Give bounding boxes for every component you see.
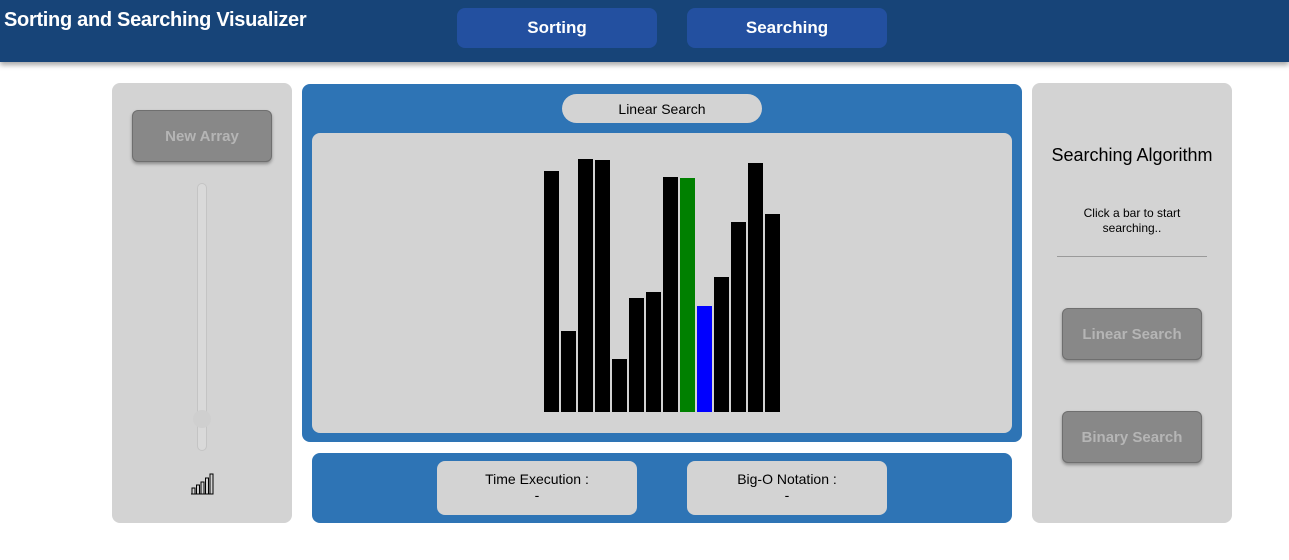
sorting-tab-button[interactable]: Sorting: [457, 8, 657, 48]
array-bar[interactable]: [680, 178, 695, 412]
current-algorithm-label: Linear Search: [562, 94, 762, 123]
array-bar[interactable]: [561, 331, 576, 412]
stats-panel: Time Execution : - Big-O Notation : -: [312, 453, 1012, 523]
big-o-box: Big-O Notation : -: [687, 461, 887, 515]
search-hint-text: Click a bar to start searching..: [1083, 206, 1181, 235]
array-bar[interactable]: [646, 292, 661, 412]
time-execution-label: Time Execution :: [485, 471, 589, 487]
array-bar[interactable]: [731, 222, 746, 412]
array-bar[interactable]: [765, 214, 780, 412]
array-bar[interactable]: [663, 177, 678, 412]
array-bar[interactable]: [697, 306, 712, 412]
big-o-label: Big-O Notation :: [737, 471, 837, 487]
array-bar[interactable]: [748, 163, 763, 412]
array-bar[interactable]: [714, 277, 729, 412]
app-title: Sorting and Searching Visualizer: [4, 9, 307, 31]
big-o-value: -: [784, 487, 790, 503]
signal-bars-icon: [191, 473, 214, 495]
controls-panel: New Array: [112, 83, 292, 523]
linear-search-button[interactable]: Linear Search: [1062, 308, 1202, 360]
algorithm-panel: Searching Algorithm Click a bar to start…: [1032, 83, 1232, 523]
visualizer-panel: Linear Search: [302, 84, 1022, 442]
speed-slider-thumb[interactable]: [193, 410, 211, 428]
searching-tab-button[interactable]: Searching: [687, 8, 887, 48]
array-bar[interactable]: [595, 160, 610, 412]
bar-area: [312, 133, 1012, 433]
new-array-button[interactable]: New Array: [132, 110, 272, 162]
array-bar[interactable]: [578, 159, 593, 412]
top-bar: Sorting and Searching Visualizer Sorting…: [0, 0, 1289, 62]
array-bar[interactable]: [544, 171, 559, 412]
binary-search-button[interactable]: Binary Search: [1062, 411, 1202, 463]
searching-algorithm-heading: Searching Algorithm: [1051, 145, 1213, 165]
divider: [1057, 256, 1207, 257]
time-execution-value: -: [534, 487, 540, 503]
time-execution-box: Time Execution : -: [437, 461, 637, 515]
array-bar[interactable]: [612, 359, 627, 412]
array-bar[interactable]: [629, 298, 644, 412]
